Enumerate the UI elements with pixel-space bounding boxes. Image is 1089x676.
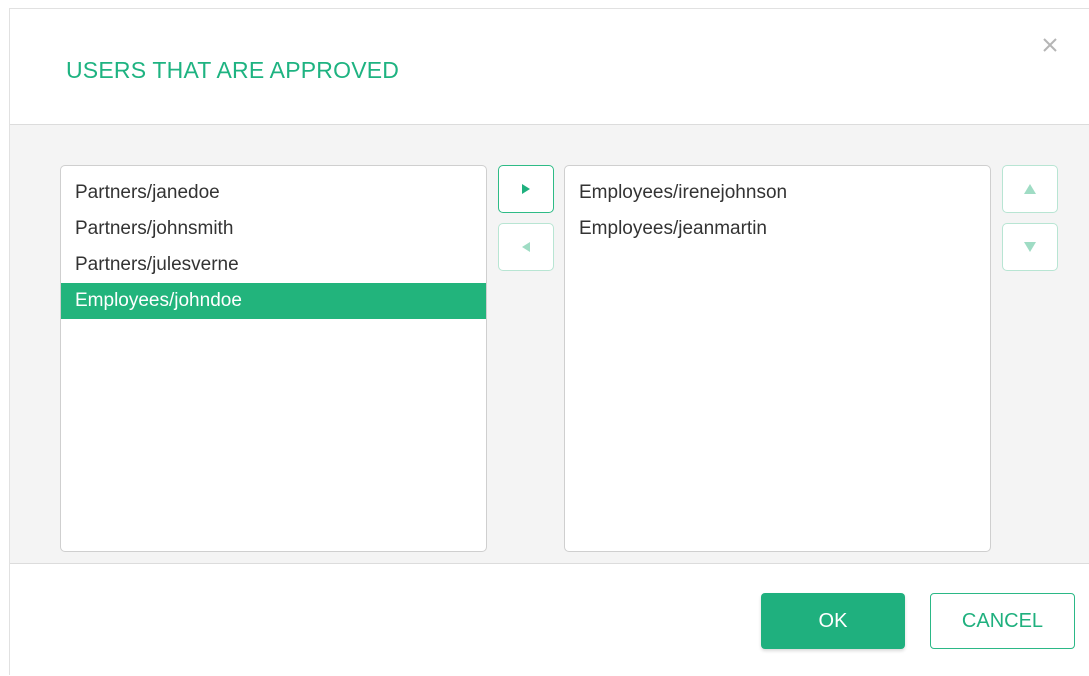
move-left-button[interactable] — [498, 223, 554, 271]
triangle-right-icon — [522, 184, 530, 194]
move-right-button[interactable] — [498, 165, 554, 213]
approved-users-dialog: USERS THAT ARE APPROVED Partners/janedoe… — [9, 8, 1089, 676]
available-users-list[interactable]: Partners/janedoe Partners/johnsmith Partne… — [60, 165, 487, 552]
list-item[interactable]: Partners/janedoe — [61, 175, 486, 211]
ok-button[interactable]: OK — [761, 593, 905, 649]
list-item[interactable]: Partners/julesverne — [61, 247, 486, 283]
cancel-button[interactable]: CANCEL — [930, 593, 1075, 649]
dialog-body: Partners/janedoe Partners/johnsmith Partne… — [10, 125, 1089, 564]
dialog-footer: OK CANCEL — [10, 565, 1089, 676]
triangle-up-icon — [1024, 184, 1036, 194]
close-icon[interactable] — [1038, 31, 1062, 55]
list-item[interactable]: Employees/irenejohnson — [565, 175, 990, 211]
dialog-title: USERS THAT ARE APPROVED — [66, 57, 400, 83]
triangle-down-icon — [1024, 242, 1036, 252]
move-up-button[interactable] — [1002, 165, 1058, 213]
list-item[interactable]: Employees/jeanmartin — [565, 211, 990, 247]
dialog-header: USERS THAT ARE APPROVED — [10, 9, 1089, 125]
triangle-left-icon — [522, 242, 530, 252]
close-icon-glyph — [1043, 38, 1057, 52]
list-item[interactable]: Partners/johnsmith — [61, 211, 486, 247]
move-down-button[interactable] — [1002, 223, 1058, 271]
approved-users-list[interactable]: Employees/irenejohnson Employees/jeanmart… — [564, 165, 991, 552]
list-item[interactable]: Employees/johndoe — [61, 283, 486, 319]
